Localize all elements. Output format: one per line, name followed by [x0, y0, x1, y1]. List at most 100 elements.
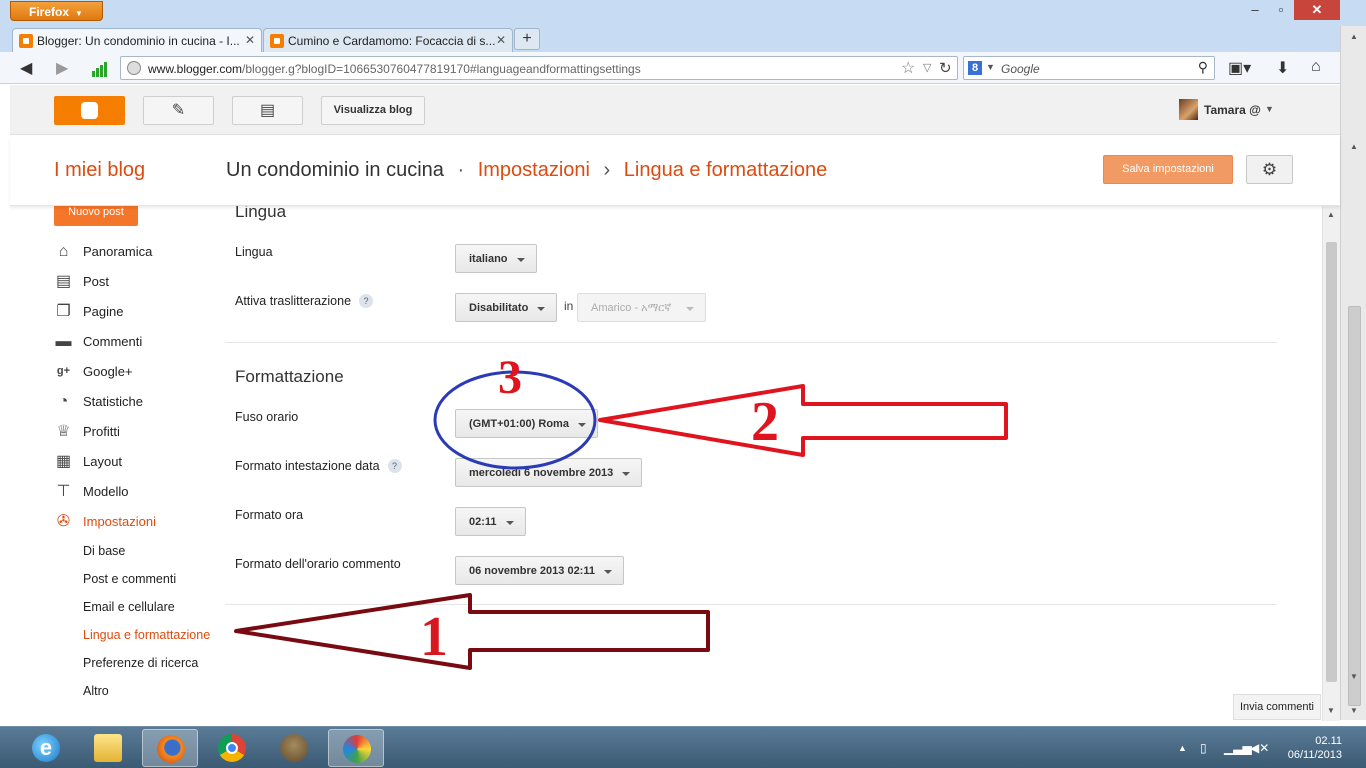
avatar: [1179, 99, 1198, 120]
history-dropdown-icon[interactable]: ▽: [923, 61, 931, 74]
settings-sub-di-base[interactable]: Di base: [83, 544, 125, 558]
clock-date: 06/11/2013: [1287, 749, 1342, 761]
tray-expand-icon[interactable]: ▲: [1178, 743, 1187, 753]
paint-taskbar-button[interactable]: [328, 729, 384, 767]
reload-icon[interactable]: ↻: [939, 59, 952, 77]
page-scrollbar[interactable]: ▲ ▲ ▼ ▼: [1340, 26, 1366, 720]
transliteration-select[interactable]: Disabilitato: [455, 293, 558, 322]
maximize-button[interactable]: ▫: [1266, 0, 1296, 20]
bookmarks-icon[interactable]: ▣▾: [1228, 58, 1251, 78]
scroll-up-icon[interactable]: ▲: [1327, 210, 1335, 219]
scroll-thumb[interactable]: [1326, 242, 1337, 682]
firefox-icon: [157, 735, 185, 763]
in-label: in: [564, 299, 574, 313]
scroll-down-icon[interactable]: ▼: [1350, 706, 1358, 715]
transliteration-label-text: Attiva traslitterazione: [235, 294, 352, 308]
user-name: Tamara @: [1204, 103, 1261, 117]
explorer-taskbar-button[interactable]: [80, 729, 136, 767]
paint-palette-icon: [343, 735, 371, 763]
blogger-logo-icon[interactable]: [54, 96, 125, 125]
folder-icon: [94, 734, 122, 762]
template-icon: ⊤: [56, 483, 71, 500]
tab-blogger[interactable]: Blogger: Un condominio in cucina - I... …: [12, 28, 262, 52]
firefox-menu-button[interactable]: Firefox ▼: [10, 1, 103, 21]
scroll-down-icon[interactable]: ▼: [1350, 672, 1358, 681]
address-bar[interactable]: www.blogger.com/blogger.g?blogID=1066530…: [120, 56, 958, 80]
blogger-topbar: ✎ ▤ Visualizza blog Tamara @ ▼: [10, 85, 1340, 135]
scroll-up-icon[interactable]: ▲: [1350, 32, 1358, 41]
help-icon[interactable]: ?: [387, 459, 402, 473]
engine-dropdown-icon[interactable]: ▼: [986, 62, 995, 72]
close-tab-icon[interactable]: ✕: [496, 33, 506, 47]
battery-icon[interactable]: ▯: [1200, 741, 1207, 755]
gear-icon[interactable]: ⚙: [1246, 155, 1293, 184]
back-icon[interactable]: ◀: [20, 58, 32, 78]
posts-list-icon: ▤: [259, 102, 276, 119]
breadcrumb-blog[interactable]: Un condominio in cucina: [226, 159, 444, 181]
settings-sub-altro[interactable]: Altro: [83, 684, 109, 698]
transliteration-language-select: Amarico - አማርኛ: [577, 293, 706, 322]
stats-icon: ◔: [58, 393, 69, 410]
settings-sub-email[interactable]: Email e cellulare: [83, 600, 175, 614]
scroll-thumb[interactable]: [1348, 306, 1361, 706]
view-blog-button[interactable]: Visualizza blog: [321, 96, 425, 125]
language-select[interactable]: italiano: [455, 244, 537, 273]
section-divider: [225, 604, 1277, 605]
navigation-toolbar: ◀ ▶ www.blogger.com/blogger.g?blogID=106…: [0, 52, 1340, 84]
forward-icon[interactable]: ▶: [56, 58, 68, 78]
close-window-button[interactable]: ✕: [1294, 0, 1340, 20]
gimp-taskbar-button[interactable]: [266, 729, 322, 767]
clock-time: 02.11: [1315, 735, 1342, 747]
time-format-select[interactable]: 02:11: [455, 507, 526, 536]
pages-icon: ❐: [56, 303, 71, 320]
windows-taskbar: e ▲ ▯ ▁▃▅ ◀✕ 02.11 06/11/2013: [0, 726, 1366, 768]
system-clock[interactable]: 02.11 06/11/2013: [1282, 734, 1342, 762]
timezone-select[interactable]: (GMT+01:00) Roma: [455, 409, 598, 438]
date-header-select[interactable]: mercoledì 6 novembre 2013: [455, 458, 643, 487]
new-post-button[interactable]: Nuovo post: [54, 206, 138, 226]
volume-muted-icon[interactable]: ◀✕: [1250, 741, 1269, 755]
network-icon[interactable]: ▁▃▅: [1224, 741, 1252, 755]
bookmark-star-icon[interactable]: ☆: [901, 58, 915, 78]
tab-cumino[interactable]: Cumino e Cardamomo: Focaccia di s... ✕: [263, 28, 513, 52]
new-tab-button[interactable]: +: [514, 28, 540, 50]
close-tab-icon[interactable]: ✕: [245, 33, 255, 47]
sidebar-item-label: Google+: [83, 364, 133, 379]
breadcrumb-page: Lingua e formattazione: [623, 159, 828, 181]
breadcrumb-settings[interactable]: Impostazioni: [478, 159, 590, 181]
home-icon: ⌂: [58, 243, 69, 260]
search-bar[interactable]: 8 ▼ Google ⚲: [963, 56, 1215, 80]
scroll-down-icon[interactable]: ▼: [1327, 706, 1335, 715]
tab-strip: Blogger: Un condominio in cucina - I... …: [0, 26, 1340, 52]
settings-sub-ricerca[interactable]: Preferenze di ricerca: [83, 656, 198, 670]
pencil-icon: ✎: [171, 102, 186, 119]
download-icon[interactable]: ⬇: [1276, 58, 1289, 78]
wrench-icon: ✇: [56, 513, 71, 530]
breadcrumb: Un condominio in cucina · Impostazioni ›…: [226, 159, 827, 182]
save-settings-button[interactable]: Salva impostazioni: [1103, 155, 1233, 184]
google-engine-icon[interactable]: 8: [968, 61, 982, 75]
internet-explorer-icon: e: [32, 734, 60, 762]
content-scrollbar[interactable]: ▲ ▼: [1322, 206, 1340, 721]
window-titlebar: Firefox ▼ – ▫ ✕: [0, 0, 1366, 26]
help-icon[interactable]: ?: [359, 294, 374, 308]
chrome-taskbar-button[interactable]: [204, 729, 260, 767]
comment-time-label: Formato dell'orario commento: [235, 557, 401, 571]
view-posts-button[interactable]: ▤: [232, 96, 303, 125]
google-plus-icon: g+: [56, 365, 71, 377]
chrome-icon: [218, 734, 246, 762]
section-divider: [225, 342, 1277, 343]
transliteration-label: Attiva traslitterazione?: [235, 294, 374, 308]
firefox-taskbar-button[interactable]: [142, 729, 198, 767]
search-icon[interactable]: ⚲: [1198, 59, 1208, 76]
send-feedback-button[interactable]: Invia commenti: [1233, 694, 1321, 720]
new-post-pencil-button[interactable]: ✎: [143, 96, 214, 125]
settings-sub-lingua[interactable]: Lingua e formattazione: [83, 628, 210, 642]
comment-time-select[interactable]: 06 novembre 2013 02:11: [455, 556, 624, 585]
scroll-up-icon[interactable]: ▲: [1350, 142, 1358, 151]
my-blogs-link[interactable]: I miei blog: [54, 159, 145, 182]
settings-sub-post-commenti[interactable]: Post e commenti: [83, 572, 176, 586]
home-icon[interactable]: ⌂: [1311, 58, 1321, 76]
ie-taskbar-button[interactable]: e: [18, 729, 74, 767]
blogger-favicon-icon: [270, 34, 284, 48]
